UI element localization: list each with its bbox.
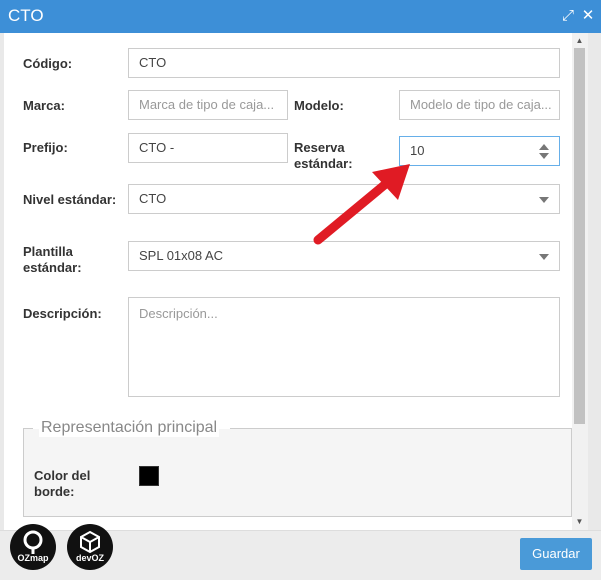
marca-input[interactable]: Marca de tipo de caja... [128, 90, 288, 120]
window-title: CTO [8, 6, 44, 25]
plantilla-label-line2: estándar: [23, 260, 82, 275]
plantilla-value: SPL 01x08 AC [139, 248, 224, 263]
spin-down-icon[interactable] [539, 153, 549, 159]
chevron-down-icon [539, 197, 549, 203]
nivel-value: CTO [139, 191, 167, 206]
scroll-down-icon[interactable]: ▼ [574, 516, 585, 528]
color-swatch[interactable] [139, 466, 159, 486]
spin-up-icon[interactable] [539, 144, 549, 150]
devoz-logo[interactable]: devOZ [67, 524, 113, 570]
descripcion-label: Descripción: [23, 306, 102, 321]
expand-icon[interactable]: ⤢ [560, 8, 576, 24]
nivel-label: Nivel estándar: [23, 192, 117, 207]
codigo-input[interactable]: CTO [128, 48, 560, 78]
codigo-label: Código: [23, 56, 73, 71]
devoz-logo-text: devOZ [75, 553, 104, 563]
title-bar[interactable]: CTO ⤢ ✕ [0, 0, 601, 33]
map-pin-icon [23, 530, 43, 554]
modelo-input[interactable]: Modelo de tipo de caja... [399, 90, 560, 120]
fieldset-border [23, 428, 33, 429]
reserva-value: 10 [410, 143, 425, 158]
reserva-number-input[interactable]: 10 [399, 136, 560, 166]
modelo-label: Modelo: [294, 98, 344, 113]
scroll-up-icon[interactable]: ▲ [574, 35, 585, 47]
color-label-line1: Color del [34, 468, 91, 483]
plantilla-label: Plantilla estándar: [23, 244, 82, 276]
ozmap-logo[interactable]: OZmap [10, 524, 56, 570]
representacion-legend: Representación principal [39, 419, 220, 437]
color-label-line2: borde: [34, 484, 75, 499]
save-button[interactable]: Guardar [520, 538, 592, 570]
plantilla-label-line1: Plantilla [23, 244, 73, 259]
ozmap-logo-text: OZmap [17, 553, 49, 563]
prefijo-input[interactable]: CTO - [128, 133, 288, 163]
marca-label: Marca: [23, 98, 65, 113]
chevron-down-icon [539, 254, 549, 260]
prefijo-label: Prefijo: [23, 140, 68, 155]
dialog-window: CTO ⤢ ✕ Código: CTO Marca: Marca de tipo… [0, 0, 601, 580]
annotation-arrow-icon [313, 164, 410, 245]
cube-icon [80, 530, 100, 554]
scrollbar-thumb[interactable] [574, 48, 585, 424]
color-borde-label: Color del borde: [34, 468, 90, 500]
descripcion-textarea[interactable]: Descripción... [128, 297, 560, 397]
reserva-label-line1: Reserva [294, 140, 345, 155]
close-icon[interactable]: ✕ [580, 8, 596, 24]
representacion-fieldset [23, 429, 572, 517]
fieldset-border [230, 428, 572, 429]
